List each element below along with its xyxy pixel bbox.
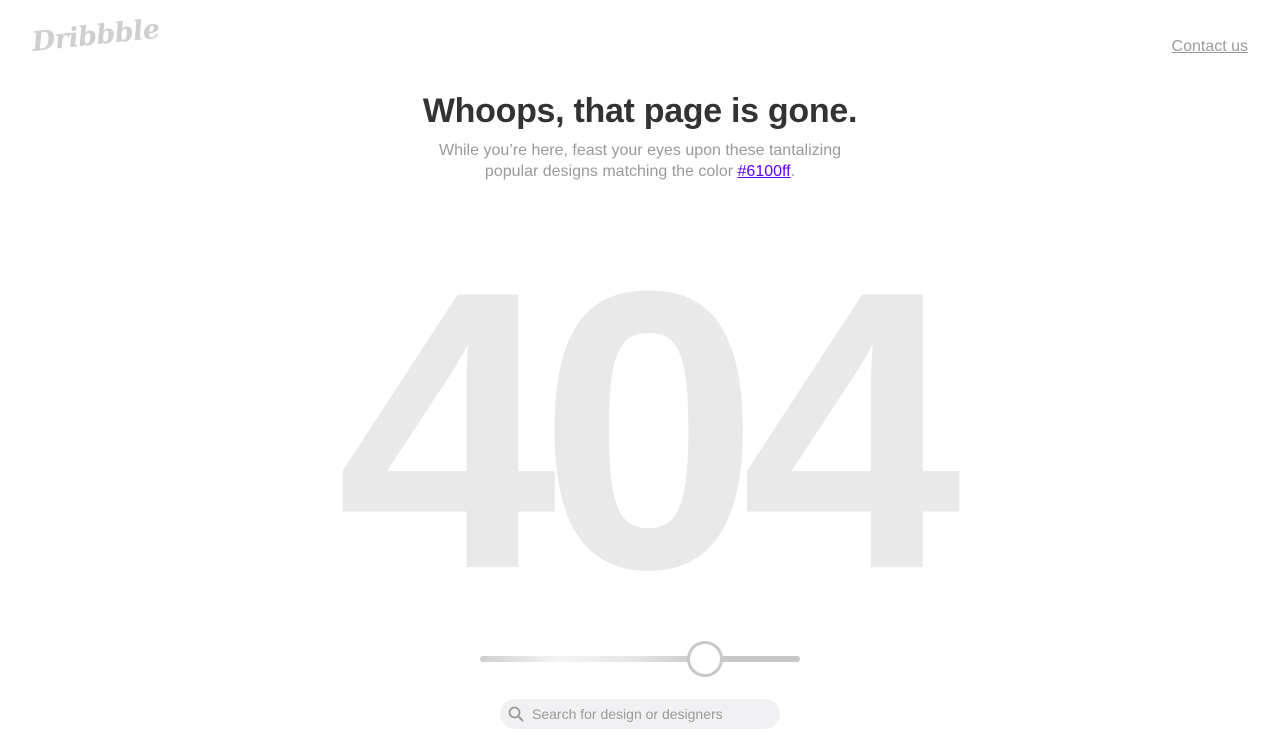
search-input[interactable] bbox=[532, 699, 768, 729]
search-icon bbox=[508, 706, 524, 722]
subtitle-period: . bbox=[790, 163, 796, 180]
search-bar[interactable] bbox=[500, 699, 780, 729]
page-subtitle: While you’re here, feast your eyes upon … bbox=[420, 140, 860, 182]
slider-thumb[interactable] bbox=[687, 641, 723, 677]
error-code-404: 404 bbox=[336, 209, 962, 651]
error-message: Whoops, that page is gone. While you’re … bbox=[0, 90, 1280, 182]
slider-fill bbox=[480, 656, 704, 662]
dribbble-logo[interactable]: Dribbble bbox=[30, 14, 161, 58]
error-page: Dribbble Contact us Whoops, that page is… bbox=[0, 0, 1280, 745]
color-link[interactable]: #6100ff bbox=[738, 163, 791, 180]
page-title: Whoops, that page is gone. bbox=[422, 92, 858, 130]
contact-us-link[interactable]: Contact us bbox=[1172, 38, 1248, 56]
color-slider[interactable] bbox=[480, 641, 800, 677]
slider-track[interactable] bbox=[480, 656, 800, 662]
